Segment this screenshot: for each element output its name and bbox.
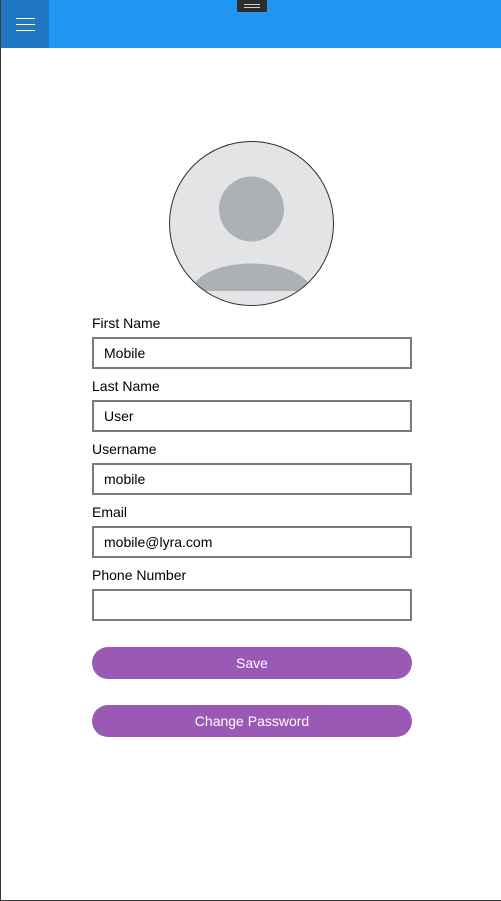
email-label: Email <box>92 504 128 520</box>
default-user-silhouette-icon <box>170 176 333 305</box>
change-password-button[interactable]: Change Password <box>92 705 412 737</box>
first-name-label: First Name <box>92 315 161 331</box>
first-name-field[interactable] <box>92 337 412 369</box>
app-window: First Name Last Name Username Email Phon… <box>0 0 501 901</box>
username-label: Username <box>92 441 157 457</box>
profile-avatar[interactable] <box>169 141 334 306</box>
username-field[interactable] <box>92 463 412 495</box>
top-app-bar <box>1 0 501 48</box>
last-name-field[interactable] <box>92 400 412 432</box>
phone-number-field[interactable] <box>92 589 412 621</box>
phone-number-label: Phone Number <box>92 567 187 583</box>
save-button[interactable]: Save <box>92 647 412 679</box>
hamburger-menu-button[interactable] <box>1 0 49 48</box>
email-field[interactable] <box>92 526 412 558</box>
last-name-label: Last Name <box>92 378 160 394</box>
drag-handle[interactable] <box>237 0 267 12</box>
